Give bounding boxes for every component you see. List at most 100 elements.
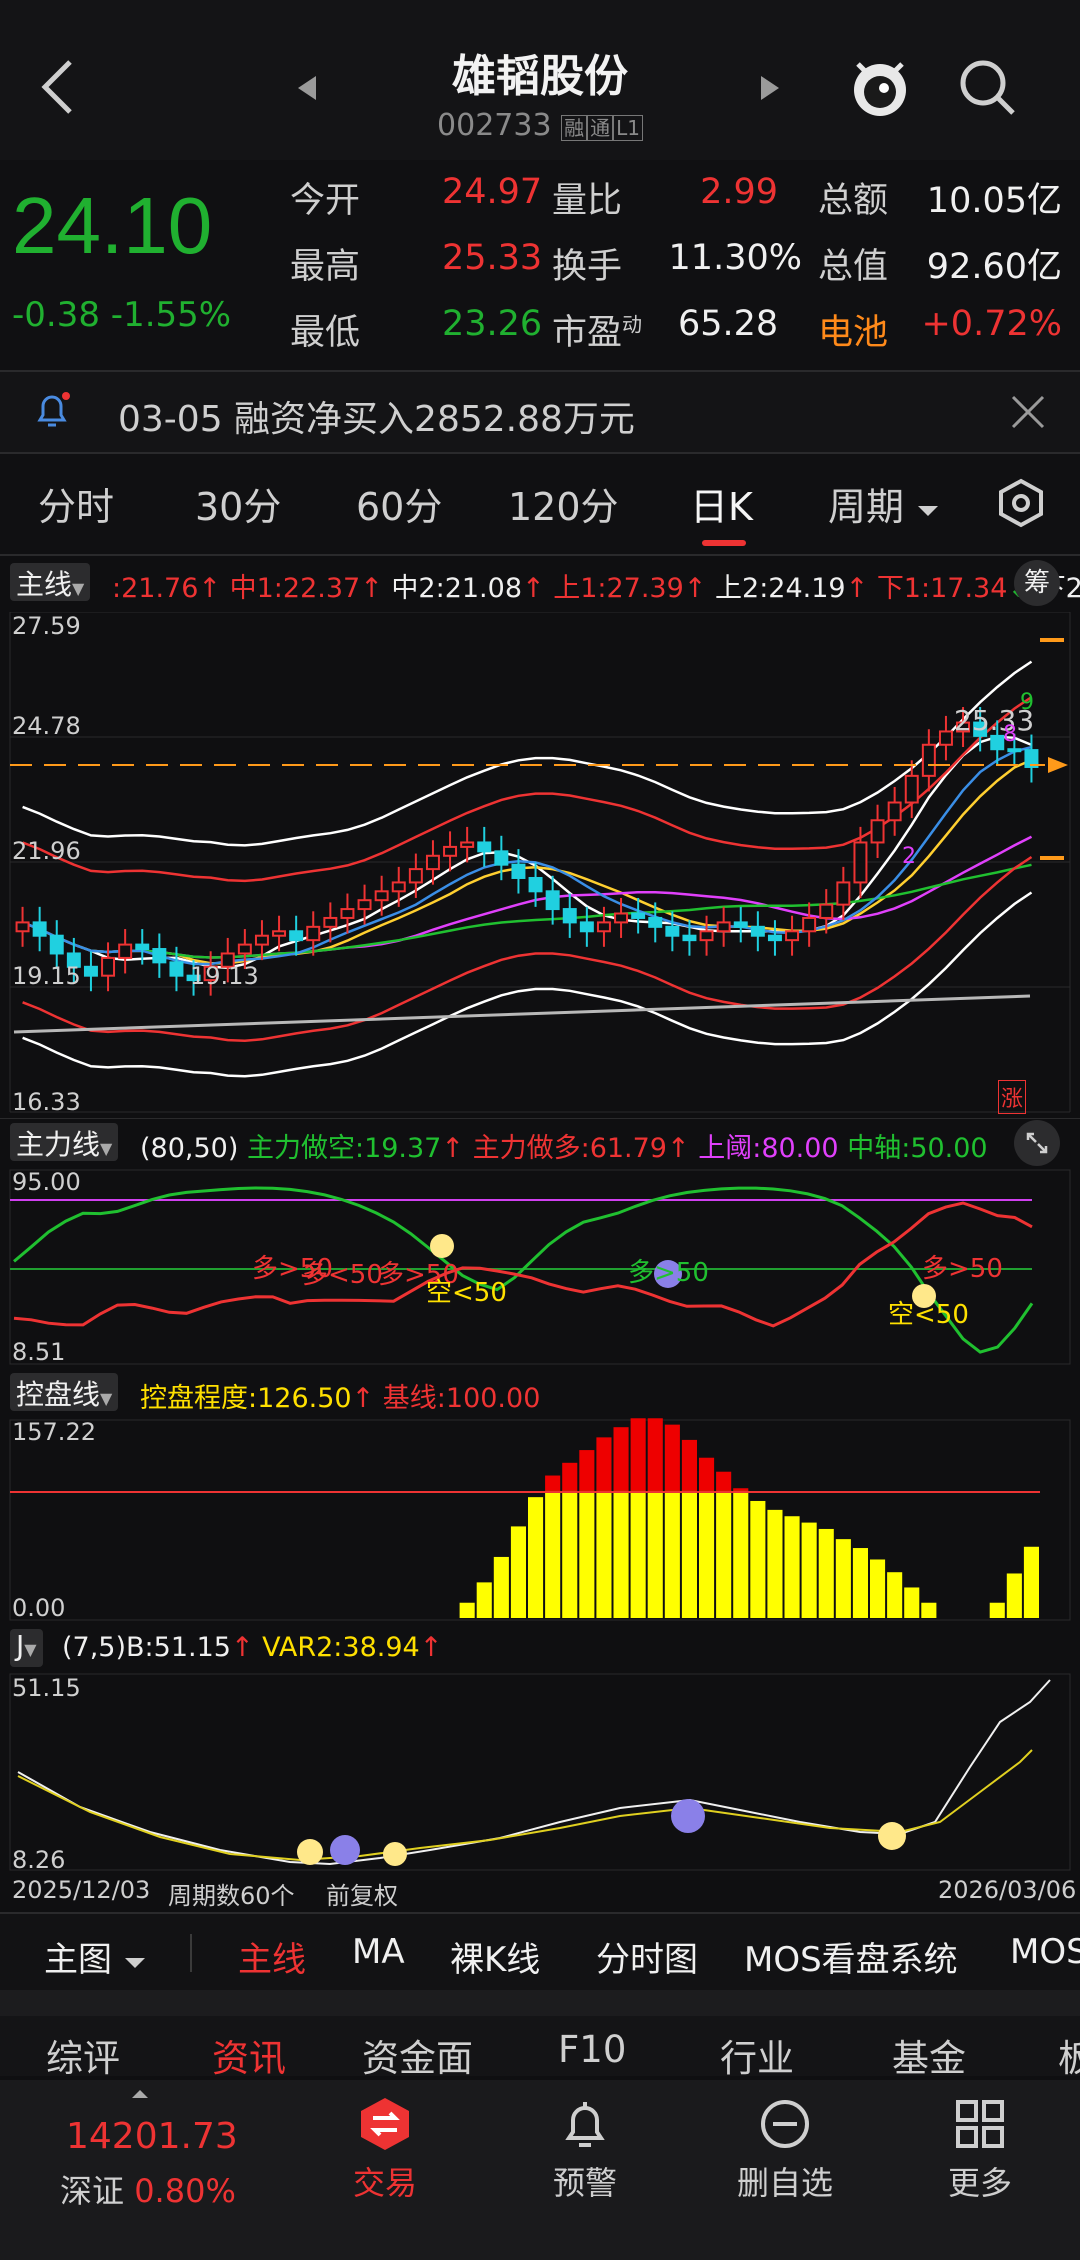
nav-more[interactable]: 更多: [925, 2096, 1035, 2216]
nav-alert[interactable]: 预警: [530, 2096, 640, 2216]
notice-bar[interactable]: 03-05 融资净买入2852.88万元: [0, 372, 1080, 452]
chip-distribution-button[interactable]: 筹: [1014, 560, 1060, 606]
tab-mos-system[interactable]: MOS看盘系统: [744, 1932, 958, 1981]
main-indicator-selector[interactable]: 主线▼: [10, 563, 91, 601]
main-kline-chart[interactable]: 27.59 24.78 21.96 19.15 16.33 25.33 19.1…: [0, 612, 1080, 1117]
indicator1-chart[interactable]: 95.00 8.51 多>50 多<50 多>50 空<50 多>50 多>50…: [0, 1168, 1080, 1366]
up-arrow: ↑: [198, 573, 222, 604]
candle-body: [49, 934, 64, 955]
candle-body: [665, 925, 680, 937]
divider: [0, 554, 1080, 556]
expand-button[interactable]: [1014, 1120, 1060, 1166]
ma-line-5: [22, 735, 1032, 969]
tab-more-info[interactable]: 板: [1058, 2028, 1080, 2076]
tab-ma[interactable]: MA: [352, 1932, 405, 1972]
long-term-line: [13, 994, 1031, 1034]
control-bar: [870, 1559, 886, 1618]
value-sector-change: +0.72%: [921, 304, 1062, 344]
bell-icon: [565, 2102, 605, 2147]
indicator1-label: 主力线: [16, 1128, 101, 1161]
y-label-top: 27.59: [12, 612, 81, 640]
indicator3-chart[interactable]: 51.15 8.26: [0, 1672, 1080, 1874]
candle-body: [785, 930, 800, 942]
back-button[interactable]: [30, 52, 90, 122]
tab-120min[interactable]: 120分: [508, 476, 619, 531]
tab-period-label: 周期: [828, 485, 905, 529]
tab-period-dropdown[interactable]: 周期: [828, 476, 940, 531]
indicator2-legend: 控盘线▼ 控盘程度:126.50↑ 基线:100.00: [0, 1368, 1080, 1416]
annot-9: 9: [1020, 690, 1034, 715]
short-force-line: [13, 1186, 1034, 1354]
candle-body: [135, 943, 150, 951]
prev-stock-button[interactable]: [292, 70, 322, 106]
indicator3-svg: [9, 1673, 1071, 1871]
tab-30min[interactable]: 30分: [195, 476, 281, 531]
change-percent: -1.55%: [110, 295, 232, 335]
indicator1-selector[interactable]: 主力线▼: [10, 1123, 119, 1161]
tab-industry[interactable]: 行业: [720, 2028, 794, 2076]
tab-fund[interactable]: 基金: [892, 2028, 966, 2076]
label-turnover-amount: 总额: [818, 181, 889, 221]
chart-settings-button[interactable]: [996, 478, 1046, 528]
long-force-line: [13, 1201, 1033, 1328]
value-open: 24.97: [442, 172, 543, 212]
indicator2-legend-items: 控盘程度:126.50↑ 基线:100.00: [140, 1376, 540, 1415]
tab-overview[interactable]: 综评: [46, 2028, 120, 2076]
notice-close-button[interactable]: [1008, 392, 1048, 432]
candle-body: [511, 863, 526, 879]
period-count: 周期数60个: [168, 1882, 295, 1910]
label-sector[interactable]: 电池: [818, 304, 888, 355]
next-stock-button[interactable]: [755, 70, 785, 106]
search-button[interactable]: [955, 55, 1020, 120]
legend-main: :21.76: [112, 573, 199, 604]
notice-text: 03-05 融资净买入2852.88万元: [118, 399, 635, 440]
nav-remove-watchlist[interactable]: 删自选: [720, 2096, 850, 2216]
control-bar: [904, 1587, 920, 1618]
label-turnover-rate: 换手: [552, 247, 623, 287]
caret-down-icon: ▼: [24, 1640, 37, 1659]
tab-daily-k[interactable]: 日K: [690, 476, 753, 531]
tab-fund-flow[interactable]: 资金面: [362, 2028, 473, 2076]
tab-mos[interactable]: MOS: [1010, 1932, 1080, 1972]
indicator2-chart[interactable]: 157.22 0.00: [0, 1418, 1080, 1623]
indicator1-y-bottom: 8.51: [12, 1338, 66, 1366]
candle-body: [528, 876, 543, 893]
tab-timeshare[interactable]: 分时: [38, 476, 114, 531]
control-bar-above-baseline: [647, 1418, 663, 1491]
mascot-button[interactable]: [848, 52, 912, 122]
value-high: 25.33: [442, 238, 543, 278]
tab-60min[interactable]: 60分: [356, 476, 442, 531]
annot-2: 2: [902, 844, 916, 869]
tab-timeshare-chart[interactable]: 分时图: [596, 1932, 698, 1981]
badge-margin: 融: [561, 115, 588, 141]
y-label-4: 19.15: [12, 962, 81, 990]
index-ticker[interactable]: 14201.73 深证 0.80%: [30, 2080, 250, 2220]
tab-f10[interactable]: F10: [558, 2028, 626, 2071]
candle-body: [614, 912, 629, 924]
current-price-marker: [1048, 757, 1068, 773]
candle-body: [460, 841, 475, 848]
control-bar: [1006, 1573, 1022, 1618]
control-bar: [476, 1582, 492, 1618]
control-bar-above-baseline: [613, 1427, 629, 1491]
tab-main-line[interactable]: 主线: [238, 1932, 306, 1981]
main-chart-selector[interactable]: 主图: [44, 1932, 147, 1981]
indicator1-legend-items: (80,50) 主力做空:19.37↑ 主力做多:61.79↑ 上阈:80.00…: [140, 1126, 988, 1165]
tab-news[interactable]: 资讯: [212, 2028, 286, 2076]
up-arrow: ↑: [230, 1632, 254, 1663]
indicator2-selector[interactable]: 控盘线▼: [10, 1373, 119, 1411]
change-value: -0.38: [12, 295, 100, 335]
candle-body: [306, 925, 321, 942]
legend-control-degree: 控盘程度:126.50: [140, 1383, 352, 1414]
indicator1-svg: [9, 1169, 1071, 1365]
value-volume-ratio: 2.99: [700, 172, 778, 212]
legend-var2: VAR2:38.94: [262, 1632, 420, 1663]
indicator3-selector[interactable]: J▼: [10, 1629, 43, 1667]
nav-trade[interactable]: 交易: [330, 2096, 440, 2216]
header-bar: 雄韬股份 002733 融通 L1: [0, 0, 1080, 160]
quote-row-2: 最高 25.33 换手 11.30% 总值 92.60亿: [290, 238, 1080, 298]
tab-bare-kline[interactable]: 裸K线: [450, 1932, 540, 1981]
control-bar-above-baseline: [699, 1457, 715, 1491]
up-arrow: ↑: [360, 573, 383, 604]
chevron-left-icon: [41, 60, 72, 114]
